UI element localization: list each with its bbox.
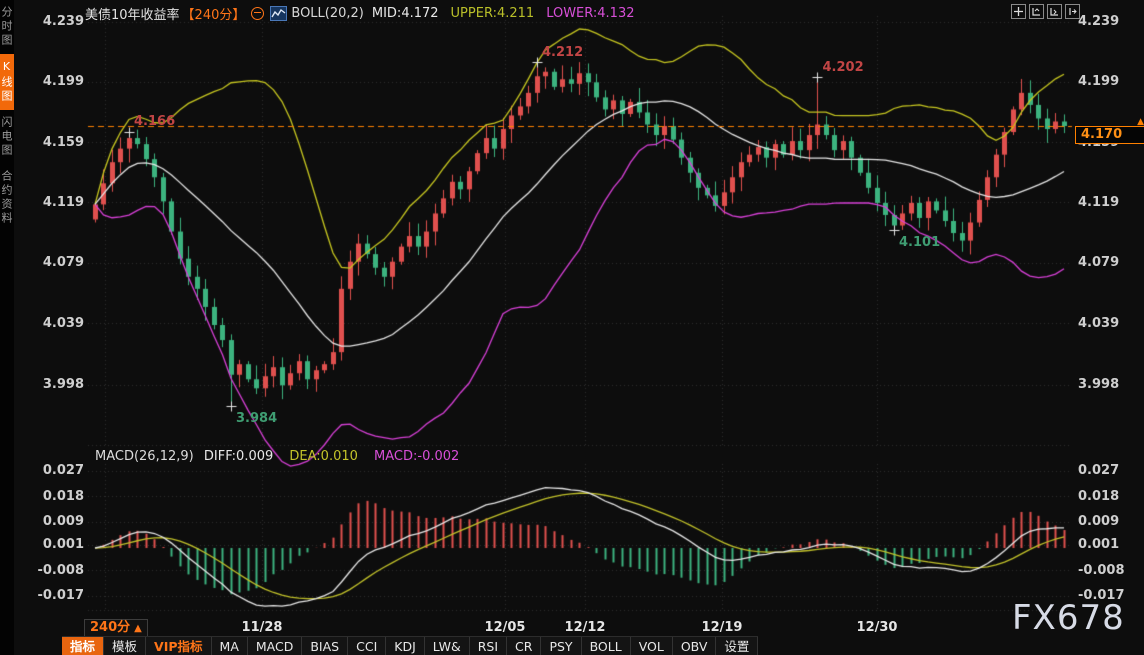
left-tab-sidebar: 分时图K线图闪电图合约资料 <box>0 0 14 655</box>
macd-axis-label-right: 0.018 <box>1078 490 1119 504</box>
toolbar-button-VIP指标[interactable]: VIP指标 <box>146 637 212 655</box>
toolbar-button-MA[interactable]: MA <box>212 637 248 655</box>
price-axis-label-right: 4.119 <box>1078 196 1119 210</box>
price-axis-label-right: 4.199 <box>1078 75 1119 89</box>
watermark: FX678 <box>1012 598 1125 638</box>
macd-dea-value: DEA:0.010 <box>289 449 358 464</box>
toolbar-button-CCI[interactable]: CCI <box>348 637 386 655</box>
macd-axis-label-left: 0.001 <box>32 538 84 552</box>
macd-axis-label-right: -0.008 <box>1078 564 1125 578</box>
mini-chart-icon[interactable] <box>270 6 287 21</box>
boll-params-label: BOLL(20,2) <box>291 6 364 21</box>
candlestick-chart-canvas[interactable] <box>0 0 1144 655</box>
symbol-title: 美债10年收益率 <box>85 4 180 23</box>
boll-mid-value: MID:4.172 <box>372 6 439 21</box>
chart-tool-icons <box>1011 4 1080 19</box>
interval-up-arrow-icon: ▲ <box>134 623 142 634</box>
macd-axis-label-right: 0.001 <box>1078 538 1119 552</box>
macd-axis-label-left: 0.009 <box>32 515 84 529</box>
price-axis-label-left: 4.199 <box>32 75 84 89</box>
x-axis-date-label: 11/28 <box>242 620 283 635</box>
price-annotation-4.202: 4.202 <box>823 60 864 75</box>
macd-axis-label-left: 0.018 <box>32 490 84 504</box>
indicator-toolbar: 指标模板VIP指标MAMACDBIASCCIKDJLW&RSICRPSYBOLL… <box>62 636 758 655</box>
price-annotation-4.212: 4.212 <box>542 45 583 60</box>
macd-axis-label-right: 0.009 <box>1078 515 1119 529</box>
chart-header: 美债10年收益率 【240分】 BOLL(20,2) MID:4.172 UPP… <box>85 4 635 22</box>
macd-axis-label-right: 0.027 <box>1078 464 1119 478</box>
macd-axis-label-left: -0.017 <box>32 589 84 603</box>
sidebar-tab-0[interactable]: 分时图 <box>0 0 14 54</box>
interval-selector[interactable]: 240分 ▲ <box>84 619 148 637</box>
axis-zoom-out-icon[interactable] <box>1047 4 1062 19</box>
macd-params-label: MACD(26,12,9) <box>95 449 194 464</box>
x-axis-date-label: 12/19 <box>702 620 743 635</box>
price-axis-label-left: 4.079 <box>32 256 84 270</box>
macd-axis-label-left: -0.008 <box>32 564 84 578</box>
current-price-value: 4.170 <box>1081 127 1122 142</box>
toolbar-button-MACD[interactable]: MACD <box>248 637 302 655</box>
price-axis-label-left: 4.039 <box>32 317 84 331</box>
price-axis-label-left: 4.119 <box>32 196 84 210</box>
axis-zoom-in-icon[interactable] <box>1029 4 1044 19</box>
price-axis-label-right: 4.239 <box>1078 15 1119 29</box>
boll-upper-value: UPPER:4.211 <box>451 6 535 21</box>
toolbar-button-BOLL[interactable]: BOLL <box>582 637 631 655</box>
price-axis-label-left: 3.998 <box>32 378 84 392</box>
toolbar-button-指标[interactable]: 指标 <box>62 637 104 655</box>
macd-axis-label-left: 0.027 <box>32 464 84 478</box>
macd-header: MACD(26,12,9) DIFF:0.009 DEA:0.010 MACD:… <box>95 449 459 464</box>
sidebar-tab-2[interactable]: 闪电图 <box>0 110 14 164</box>
toolbar-button-BIAS[interactable]: BIAS <box>302 637 348 655</box>
price-axis-label-right: 3.998 <box>1078 378 1119 392</box>
macd-diff-value: DIFF:0.009 <box>204 449 273 464</box>
toolbar-button-CR[interactable]: CR <box>507 637 541 655</box>
x-axis-date-label: 12/30 <box>857 620 898 635</box>
pan-icon[interactable] <box>1011 4 1026 19</box>
toolbar-button-模板[interactable]: 模板 <box>104 637 146 655</box>
price-axis-label-right: 4.079 <box>1078 256 1119 270</box>
toolbar-button-KDJ[interactable]: KDJ <box>386 637 425 655</box>
toolbar-button-RSI[interactable]: RSI <box>470 637 507 655</box>
price-annotation-4.166: 4.166 <box>134 114 175 129</box>
price-axis-label-left: 4.239 <box>32 15 84 29</box>
price-annotation-3.984: 3.984 <box>236 411 277 426</box>
chart-app: 分时图K线图闪电图合约资料 美债10年收益率 【240分】 BOLL(20,2)… <box>0 0 1144 655</box>
minus-circle-icon[interactable] <box>251 7 264 20</box>
price-up-arrow-icon: ▲ <box>1137 118 1144 127</box>
sidebar-tab-3[interactable]: 合约资料 <box>0 164 14 232</box>
current-price-tag: 4.170 ▲ <box>1075 126 1144 144</box>
x-axis-date-label: 12/12 <box>565 620 606 635</box>
axis-reset-icon[interactable] <box>1065 4 1080 19</box>
price-axis-label-right: 4.039 <box>1078 317 1119 331</box>
sidebar-tab-1[interactable]: K线图 <box>0 54 14 110</box>
x-axis-date-label: 12/05 <box>485 620 526 635</box>
toolbar-button-VOL[interactable]: VOL <box>631 637 673 655</box>
price-annotation-4.101: 4.101 <box>899 235 940 250</box>
price-axis-label-left: 4.159 <box>32 136 84 150</box>
interval-text: 240分 <box>90 620 130 635</box>
toolbar-button-PSY[interactable]: PSY <box>541 637 581 655</box>
toolbar-button-设置[interactable]: 设置 <box>716 637 758 655</box>
boll-lower-value: LOWER:4.132 <box>546 6 634 21</box>
macd-macd-value: MACD:-0.002 <box>374 449 459 464</box>
toolbar-button-OBV[interactable]: OBV <box>673 637 717 655</box>
toolbar-button-LW&[interactable]: LW& <box>425 637 470 655</box>
interval-label: 【240分】 <box>182 4 246 23</box>
